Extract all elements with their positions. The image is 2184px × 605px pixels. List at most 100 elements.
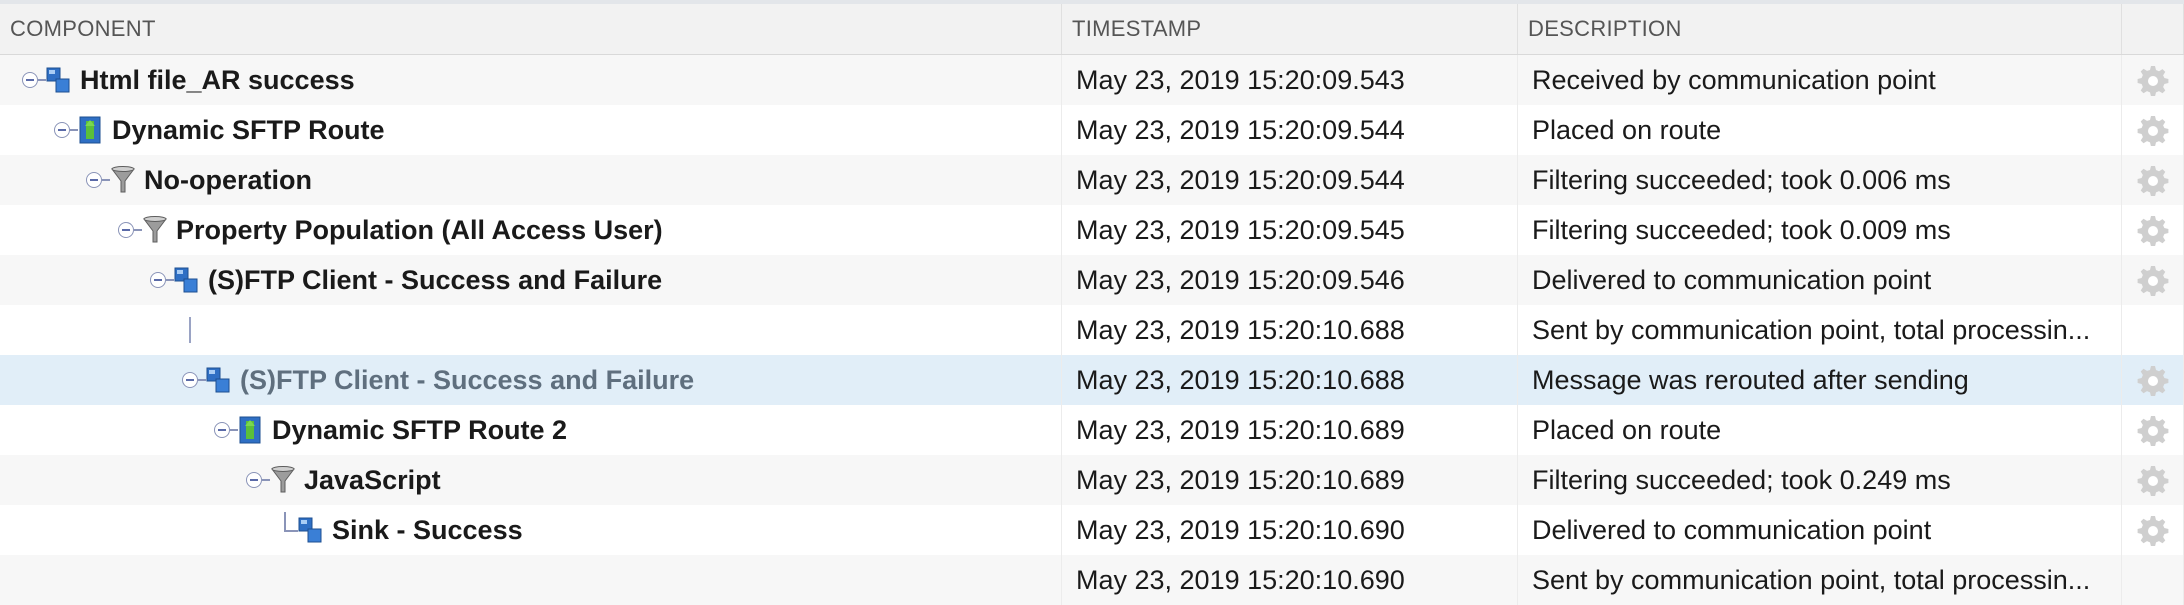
gear-icon[interactable] [2137,364,2169,396]
table-row[interactable]: (S)FTP Client - Success and Failure May … [0,255,2184,305]
gear-icon[interactable] [2137,214,2169,246]
table-row[interactable]: No-operation May 23, 2019 15:20:09.544 F… [0,155,2184,205]
tree-connector [198,379,206,381]
component-label: (S)FTP Client - Success and Failure [240,364,695,395]
description-cell: Filtering succeeded; took 0.006 ms [1518,155,2122,205]
communication-point-icon [174,267,198,293]
component-cell: Dynamic SFTP Route [0,105,1062,155]
filter-icon [271,466,295,493]
gear-icon[interactable] [2137,514,2169,546]
actions-cell [2122,555,2184,605]
table-row[interactable]: Dynamic SFTP Route May 23, 2019 15:20:09… [0,105,2184,155]
gear-icon[interactable] [2137,114,2169,146]
component-label: (S)FTP Client - Success and Failure [208,264,663,295]
description-cell: Sent by communication point, total proce… [1518,555,2122,605]
tree-connector [230,429,238,431]
actions-cell [2122,305,2184,355]
collapse-toggle-icon[interactable] [86,172,102,188]
message-trace-grid: COMPONENT TIMESTAMP DESCRIPTION Html fil… [0,0,2184,605]
component-cell: (S)FTP Client - Success and Failure [0,355,1062,405]
filter-icon [111,166,135,193]
component-cell: No-operation [0,155,1062,205]
table-row[interactable]: Sink - Success May 23, 2019 15:20:10.690… [0,505,2184,555]
tree-connector [102,179,110,181]
timestamp-cell: May 23, 2019 15:20:09.544 [1062,105,1518,155]
gear-icon[interactable] [2137,464,2169,496]
column-header-description[interactable]: DESCRIPTION [1518,4,2122,54]
gear-icon[interactable] [2137,414,2169,446]
description-cell: Delivered to communication point [1518,255,2122,305]
component-label: Property Population (All Access User) [176,214,663,245]
component-cell [0,305,1062,355]
column-header-component[interactable]: COMPONENT [0,4,1062,54]
timestamp-cell: May 23, 2019 15:20:10.688 [1062,305,1518,355]
gear-icon[interactable] [2137,164,2169,196]
description-cell: Placed on route [1518,405,2122,455]
timestamp-cell: May 23, 2019 15:20:10.689 [1062,405,1518,455]
grid-body: Html file_AR success May 23, 2019 15:20:… [0,55,2184,605]
component-label: Html file_AR success [80,64,355,95]
tree-branch-line [189,317,191,343]
grid-header: COMPONENT TIMESTAMP DESCRIPTION [0,4,2184,55]
description-cell: Received by communication point [1518,55,2122,105]
collapse-toggle-icon[interactable] [246,472,262,488]
component-cell: Sink - Success [0,505,1062,555]
component-cell: (S)FTP Client - Success and Failure [0,255,1062,305]
timestamp-cell: May 23, 2019 15:20:09.546 [1062,255,1518,305]
table-row[interactable]: Property Population (All Access User) Ma… [0,205,2184,255]
component-label: JavaScript [304,464,441,495]
route-icon [239,416,261,444]
actions-cell [2122,455,2184,505]
gear-icon[interactable] [2137,264,2169,296]
collapse-toggle-icon[interactable] [214,422,230,438]
timestamp-cell: May 23, 2019 15:20:10.688 [1062,355,1518,405]
table-row[interactable]: May 23, 2019 15:20:10.688 Sent by commun… [0,305,2184,355]
description-cell: Message was rerouted after sending [1518,355,2122,405]
timestamp-cell: May 23, 2019 15:20:09.543 [1062,55,1518,105]
description-cell: Placed on route [1518,105,2122,155]
actions-cell [2122,205,2184,255]
actions-cell [2122,255,2184,305]
table-row[interactable]: (S)FTP Client - Success and Failure May … [0,355,2184,405]
collapse-toggle-icon[interactable] [22,72,38,88]
actions-cell [2122,505,2184,555]
tree-connector [70,129,78,131]
table-row[interactable]: Dynamic SFTP Route 2 May 23, 2019 15:20:… [0,405,2184,455]
actions-cell [2122,405,2184,455]
table-row[interactable]: Html file_AR success May 23, 2019 15:20:… [0,55,2184,105]
component-label: No-operation [144,164,312,195]
component-cell: Property Population (All Access User) [0,205,1062,255]
timestamp-cell: May 23, 2019 15:20:10.689 [1062,455,1518,505]
tree-leaf-connector [284,512,298,532]
timestamp-cell: May 23, 2019 15:20:10.690 [1062,505,1518,555]
description-cell: Filtering succeeded; took 0.249 ms [1518,455,2122,505]
communication-point-icon [206,367,230,393]
tree-connector [262,479,270,481]
table-row[interactable]: JavaScript May 23, 2019 15:20:10.689 Fil… [0,455,2184,505]
tree-connector [166,279,174,281]
communication-point-icon [46,67,70,93]
actions-cell [2122,155,2184,205]
column-header-timestamp[interactable]: TIMESTAMP [1062,4,1518,54]
collapse-toggle-icon[interactable] [150,272,166,288]
gear-icon[interactable] [2137,64,2169,96]
component-cell [0,555,1062,605]
actions-cell [2122,355,2184,405]
description-cell: Delivered to communication point [1518,505,2122,555]
component-cell: Html file_AR success [0,55,1062,105]
component-label: Sink - Success [332,514,523,545]
component-cell: JavaScript [0,455,1062,505]
description-cell: Filtering succeeded; took 0.009 ms [1518,205,2122,255]
collapse-toggle-icon[interactable] [182,372,198,388]
component-label: Dynamic SFTP Route 2 [272,414,568,445]
component-label: Dynamic SFTP Route [112,114,385,145]
actions-cell [2122,105,2184,155]
actions-cell [2122,55,2184,105]
route-icon [79,116,101,144]
table-row[interactable]: May 23, 2019 15:20:10.690 Sent by commun… [0,555,2184,605]
component-cell: Dynamic SFTP Route 2 [0,405,1062,455]
collapse-toggle-icon[interactable] [54,122,70,138]
collapse-toggle-icon[interactable] [118,222,134,238]
communication-point-icon [298,517,322,543]
column-header-actions [2122,4,2184,54]
